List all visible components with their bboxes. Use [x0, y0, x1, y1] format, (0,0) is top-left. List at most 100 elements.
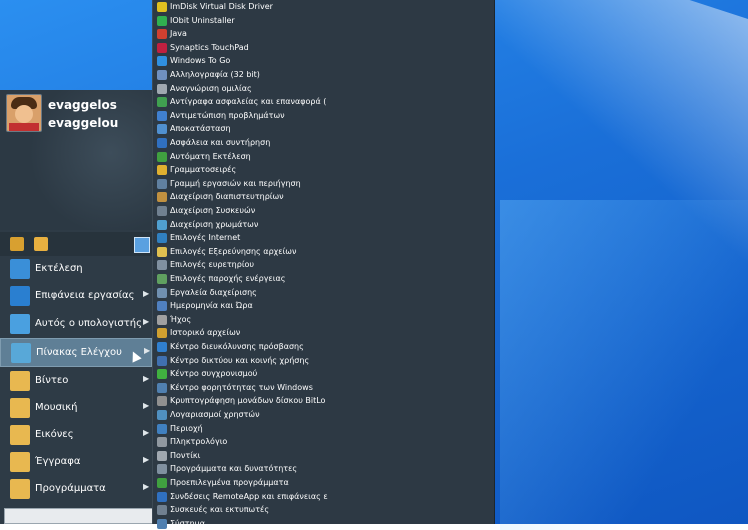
submenu-item[interactable]: Αντίγραφα ασφαλείας και επαναφορά (	[153, 95, 493, 109]
submenu-item-label: Synaptics TouchPad	[170, 42, 249, 52]
start-menu-item[interactable]: Προγράμματα ▶	[0, 475, 150, 502]
start-menu-item[interactable]: Βίντεο ▶	[0, 367, 150, 394]
submenu-item[interactable]: Γραμματοσειρές	[153, 163, 493, 177]
submenu-item[interactable]: Συσκευές και εκτυπωτές	[153, 503, 493, 517]
light-ray	[500, 200, 748, 530]
app-icon	[157, 491, 167, 502]
submenu-item[interactable]: Ήχος	[153, 313, 493, 327]
start-menu-item-label: Αυτός ο υπολογιστής	[35, 318, 142, 329]
app-icon	[157, 192, 167, 203]
submenu-item[interactable]: Ποντίκι	[153, 449, 493, 463]
submenu-item[interactable]: Java	[153, 27, 493, 41]
avatar[interactable]	[6, 94, 42, 132]
submenu-item[interactable]: Προγράμματα και δυνατότητες	[153, 462, 493, 476]
submenu-item[interactable]: Κέντρο συγχρονισμού	[153, 367, 493, 381]
chevron-right-icon: ▶	[143, 401, 150, 410]
submenu-item-label: Προεπιλεγμένα προγράμματα	[170, 478, 289, 487]
app-icon	[157, 56, 167, 67]
submenu-item[interactable]: Συνδέσεις RemoteApp και επιφάνειας ε	[153, 490, 493, 504]
submenu-item[interactable]: Επιλογές Internet	[153, 231, 493, 245]
submenu-item[interactable]: Σύστημα	[153, 517, 493, 530]
submenu-item[interactable]: Διαχείριση διαπιστευτηρίων	[153, 190, 493, 204]
chevron-right-icon: ▶	[144, 346, 151, 355]
submenu-item[interactable]: Ασφάλεια και συντήρηση	[153, 136, 493, 150]
submenu-item[interactable]: Επιλογές Εξερεύνησης αρχείων	[153, 245, 493, 259]
start-menu-item[interactable]: Αυτός ο υπολογιστής ▶	[0, 310, 150, 337]
app-icon	[157, 478, 167, 488]
submenu-item[interactable]: Περιοχή	[153, 422, 493, 436]
submenu-item-label: Αναγνώριση ομιλίας	[170, 83, 252, 93]
submenu-item[interactable]: Αυτόματη Εκτέλεση	[153, 150, 493, 164]
start-menu-item[interactable]: Εκτέλεση	[0, 255, 150, 282]
submenu-item-label: Συσκευές και εκτυπωτές	[170, 505, 270, 515]
start-menu-item[interactable]: Μουσική ▶	[0, 394, 150, 421]
submenu-item[interactable]: Λογαριασμοί χρηστών	[153, 408, 493, 422]
start-menu-item-label: Πίνακας Ελέγχου	[36, 347, 122, 358]
submenu-item-label: Επιλογές ευρετηρίου	[170, 260, 255, 270]
user-last-name: evaggelou	[48, 116, 119, 130]
submenu-item[interactable]: Διαχείριση χρωμάτων	[153, 218, 493, 232]
app-icon	[157, 206, 167, 216]
submenu-item-label: Ήχος	[170, 314, 192, 324]
submenu-item-label: Επιλογές Internet	[170, 233, 241, 243]
submenu-item[interactable]: Αλληλογραφία (32 bit)	[153, 68, 493, 82]
search-input[interactable]	[4, 508, 154, 524]
submenu-item[interactable]: Επιλογές παροχής ενέργειας	[153, 272, 493, 286]
start-menu-item[interactable]: Έγγραφα ▶	[0, 448, 150, 475]
submenu-item[interactable]: Γραμμή εργασιών και περιήγηση	[153, 177, 493, 191]
submenu-item-label: Αντιμετώπιση προβλημάτων	[170, 110, 285, 120]
submenu-item[interactable]: Synaptics TouchPad	[153, 41, 493, 55]
app-icon	[157, 287, 167, 298]
app-icon	[157, 274, 167, 284]
chevron-right-icon: ▶	[143, 374, 150, 383]
submenu-item-label: Εργαλεία διαχείρισης	[170, 287, 257, 297]
submenu-item-label: Ποντίκι	[170, 450, 201, 460]
submenu-item[interactable]: Επιλογές ευρετηρίου	[153, 258, 493, 272]
app-icon	[157, 437, 167, 448]
app-icon	[157, 382, 167, 393]
submenu-item[interactable]: Ημερομηνία και Ώρα	[153, 299, 493, 313]
app-icon	[157, 42, 167, 53]
submenu-item[interactable]: Ιστορικό αρχείων	[153, 326, 493, 340]
run-icon	[10, 259, 30, 279]
submenu-item[interactable]: Πληκτρολόγιο	[153, 435, 493, 449]
app-icon	[157, 260, 167, 271]
start-menu: evaggelos evaggelou Εκτέλεση Επιφάνεια ερ…	[0, 90, 159, 524]
app-icon	[157, 301, 167, 312]
app-icon	[157, 342, 167, 352]
submenu-item[interactable]: Κέντρο φορητότητας των Windows	[153, 381, 493, 395]
submenu-item-label: Επιλογές Εξερεύνησης αρχείων	[170, 246, 297, 256]
start-menu-item-label: Μουσική	[35, 402, 78, 413]
submenu-item-label: Προγράμματα και δυνατότητες	[170, 464, 298, 474]
app-icon	[157, 464, 167, 475]
submenu-item-label: Κέντρο διευκόλυνσης πρόσβασης	[170, 342, 304, 351]
submenu-item[interactable]: Εργαλεία διαχείρισης	[153, 286, 493, 300]
submenu-item[interactable]: Κρυπτογράφηση μονάδων δίσκου BitLo	[153, 394, 493, 408]
app-icon	[157, 151, 167, 162]
submenu-item-label: Γραμματοσειρές	[170, 165, 237, 175]
folder-icon	[10, 371, 30, 391]
start-menu-item[interactable]: Επιφάνεια εργασίας ▶	[0, 282, 150, 309]
submenu-item[interactable]: Αντιμετώπιση προβλημάτων	[153, 109, 493, 123]
submenu-item[interactable]: Κέντρο δικτύου και κοινής χρήσης	[153, 354, 493, 368]
submenu-item[interactable]: Windows To Go	[153, 54, 493, 68]
submenu-item[interactable]: IObit Uninstaller	[153, 14, 493, 28]
folder-icon	[10, 398, 30, 418]
control-panel-submenu: ImDisk Virtual Disk Driver IObit Uninstal…	[152, 0, 495, 529]
submenu-item[interactable]: ImDisk Virtual Disk Driver	[153, 0, 493, 14]
submenu-item[interactable]: Προεπιλεγμένα προγράμματα	[153, 476, 493, 490]
app-icon	[157, 314, 167, 325]
submenu-item[interactable]: Αποκατάσταση	[153, 122, 493, 136]
shortcut-icon[interactable]	[34, 237, 48, 251]
submenu-item-label: Κέντρο συγχρονισμού	[170, 369, 258, 379]
window-icon[interactable]	[134, 237, 150, 253]
submenu-item[interactable]: Κέντρο διευκόλυνσης πρόσβασης	[153, 340, 493, 354]
submenu-item-label: ImDisk Virtual Disk Driver	[170, 2, 273, 11]
start-menu-item[interactable]: Εικόνες ▶	[0, 421, 150, 448]
chevron-right-icon: ▶	[143, 289, 150, 298]
download-icon[interactable]	[10, 237, 24, 251]
submenu-item[interactable]: Αναγνώριση ομιλίας	[153, 82, 493, 96]
user-first-name: evaggelos	[48, 98, 117, 112]
user-panel: evaggelos evaggelou	[0, 90, 158, 230]
submenu-item[interactable]: Διαχείριση Συσκευών	[153, 204, 493, 218]
